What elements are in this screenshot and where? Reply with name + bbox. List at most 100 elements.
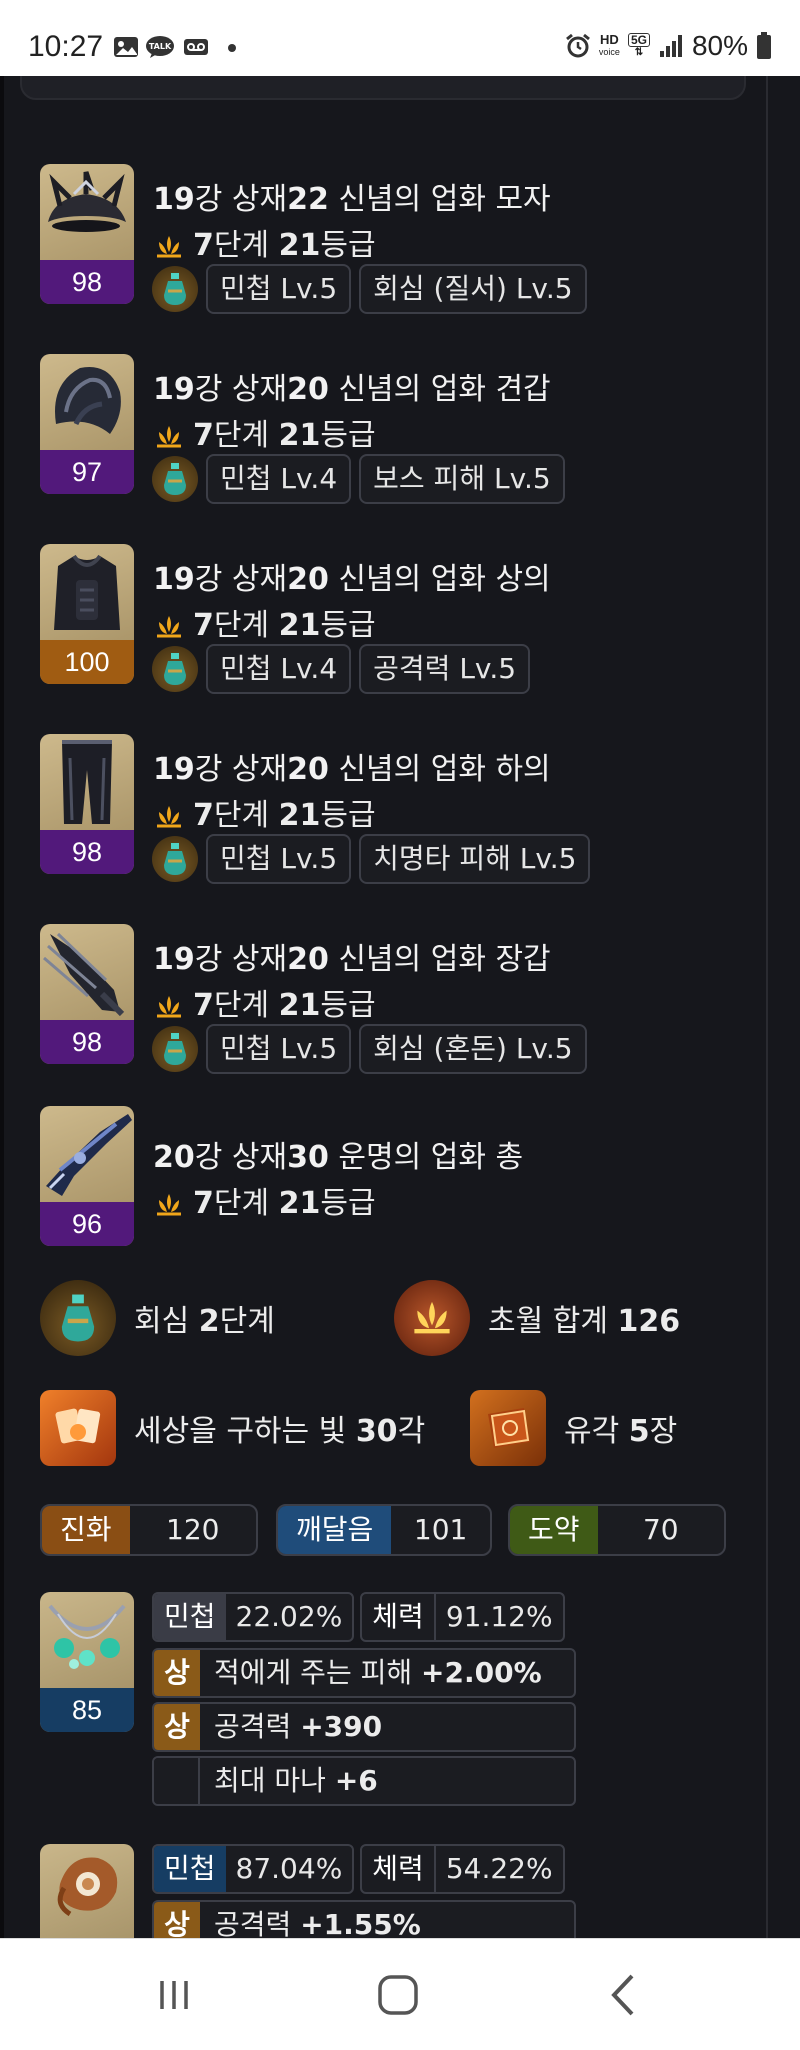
recent-apps-icon [160, 1981, 188, 2009]
effect-cell: 상 공격력 +390 [152, 1702, 576, 1752]
quality-badge: 85 [40, 1688, 134, 1732]
card-set-icon [40, 1390, 116, 1466]
elixir-icon [152, 836, 198, 882]
item-name: 19강 상재20 신념의 업화 상의 [153, 562, 551, 597]
equipment-item-helmet[interactable]: 98 19강 상재22 신념의 업화 모자 7단계 21등급 민첩 Lv.5 회… [40, 164, 760, 314]
svg-text:TALK: TALK [149, 42, 172, 51]
status-bar: 10:27 TALK HD voice 5G ⇅ 80% [0, 0, 800, 76]
elixir-icon [152, 646, 198, 692]
accessory-item-earring[interactable]: 민첩 87.04% 체력 54.22% 상 공격력 +1.55% [40, 1844, 760, 1938]
elixir-icon [152, 266, 198, 312]
equipment-item-pants[interactable]: 98 19강 상재20 신념의 업화 하의 7단계 21등급 민첩 Lv.5 치… [40, 734, 760, 884]
status-right: HD voice 5G ⇅ 80% [565, 30, 772, 62]
item-name: 19강 상재20 신념의 업화 하의 [153, 752, 551, 787]
effect-cell: 최대 마나 +6 [152, 1756, 576, 1806]
relic-book-icon [470, 1390, 546, 1466]
elixir-row: 민첩 Lv.4 보스 피해 Lv.5 [152, 454, 565, 504]
elixir-total: 회심 2단계 [40, 1280, 275, 1356]
transcend-flame-icon [157, 235, 181, 257]
equipment-item-chest[interactable]: 100 19강 상재20 신념의 업화 상의 7단계 21등급 민첩 Lv.4 … [40, 544, 760, 694]
hd-voice-badge: HD voice [598, 32, 620, 57]
equipment-item-shoulder[interactable]: 97 19강 상재20 신념의 업화 견갑 7단계 21등급 민첩 Lv.4 보… [40, 354, 760, 504]
transcend-flame-icon [157, 1193, 181, 1215]
home-icon [378, 1975, 418, 2015]
quality-badge: 96 [40, 1202, 134, 1246]
effect-line: 상 공격력 +390 [152, 1702, 576, 1752]
elixir-chip: 민첩 Lv.4 [206, 454, 352, 504]
transcend-info: 7단계 21등급 [153, 790, 376, 834]
talk-icon: TALK [146, 36, 174, 58]
alarm-icon [565, 33, 590, 58]
equipment-item-weapon[interactable]: 96 20강 상재30 운명의 업화 총 7단계 21등급 [40, 1106, 760, 1256]
effect-line: 최대 마나 +6 [152, 1756, 576, 1806]
quality-badge: 98 [40, 1020, 134, 1064]
elixir-chip: 민첩 Lv.5 [206, 264, 352, 314]
grade-badge: 상 [154, 1704, 200, 1750]
transcend-flame-icon [394, 1280, 470, 1356]
stat-cell: 민첩 22.02% [152, 1592, 355, 1642]
battery-icon [757, 32, 771, 59]
gloves-icon: 98 [40, 924, 134, 1064]
elixir-chip: 민첩 Lv.4 [206, 644, 352, 694]
transcend-info: 7단계 21등급 [153, 1178, 376, 1222]
shoulder-icon: 97 [40, 354, 134, 494]
elixir-row: 민첩 Lv.4 공격력 Lv.5 [152, 644, 531, 694]
transcend-info: 7단계 21등급 [153, 220, 376, 264]
elixir-icon [152, 1026, 198, 1072]
quality-badge: 100 [40, 640, 134, 684]
scroll-content[interactable]: 98 19강 상재22 신념의 업화 모자 7단계 21등급 민첩 Lv.5 회… [0, 76, 800, 1938]
stat-cell: 체력 91.12% [360, 1592, 565, 1642]
pill-label: 진화 [42, 1506, 130, 1554]
elixir-chip: 공격력 Lv.5 [359, 644, 531, 694]
stat-cell: 체력 54.22% [360, 1844, 565, 1894]
pill-value: 120 [166, 1513, 220, 1546]
back-icon [611, 1974, 634, 2016]
item-name: 19강 상재20 신념의 업화 장갑 [153, 942, 551, 977]
ark-passive-enlightenment: 깨달음 101 [276, 1504, 492, 1556]
helmet-icon: 98 [40, 164, 134, 304]
relic-book-total: 유각 5장 [470, 1390, 677, 1466]
effect-cell: 상 적에게 주는 피해 +2.00% [152, 1648, 576, 1698]
pill-label: 깨달음 [278, 1506, 392, 1554]
base-stats-row: 민첩 22.02% 체력 91.12% [152, 1592, 565, 1642]
pants-icon: 98 [40, 734, 134, 874]
ark-passive-leap: 도약 70 [508, 1504, 726, 1556]
dot-icon [228, 44, 236, 52]
elixir-chip: 보스 피해 Lv.5 [359, 454, 565, 504]
effect-line: 상 적에게 주는 피해 +2.00% [152, 1648, 576, 1698]
elixir-icon [152, 456, 198, 502]
transcend-info: 7단계 21등급 [153, 600, 376, 644]
transcend-flame-icon [157, 805, 181, 827]
item-name: 19강 상재20 신념의 업화 견갑 [153, 372, 551, 407]
elixir-icon [40, 1280, 116, 1356]
elixir-chip: 민첩 Lv.5 [206, 1024, 352, 1074]
gallery-icon [114, 37, 138, 57]
pill-value: 70 [642, 1513, 679, 1546]
grade-badge: 상 [154, 1902, 200, 1938]
stat-cell: 민첩 87.04% [152, 1844, 355, 1894]
elixir-row: 민첩 Lv.5 회심 (질서) Lv.5 [152, 264, 587, 314]
grade-badge-empty [154, 1758, 200, 1804]
quality-badge: 98 [40, 830, 134, 874]
pill-label: 도약 [510, 1506, 598, 1554]
accessory-item-necklace[interactable]: 85 민첩 22.02% 체력 91.12% 상 적에게 주는 피해 +2.00% 상… [40, 1592, 760, 1812]
pill-value: 101 [413, 1513, 468, 1546]
signal-icon [659, 35, 682, 57]
earring-icon [40, 1844, 134, 1938]
effect-cell: 상 공격력 +1.55% [152, 1900, 576, 1938]
elixir-chip: 치명타 피해 Lv.5 [359, 834, 591, 884]
transcend-flame-icon [157, 995, 181, 1017]
equipment-item-gloves[interactable]: 98 19강 상재20 신념의 업화 장갑 7단계 21등급 민첩 Lv.5 회… [40, 924, 760, 1074]
card-set-total: 세상을 구하는 빛 30각 [40, 1390, 425, 1466]
quality-badge: 97 [40, 450, 134, 494]
previous-card [20, 76, 746, 100]
frame-edge-right [766, 76, 768, 1938]
ark-passive-evolution: 진화 120 [40, 1504, 258, 1556]
elixir-row: 민첩 Lv.5 치명타 피해 Lv.5 [152, 834, 591, 884]
back-button[interactable] [594, 1967, 654, 2023]
item-name: 19강 상재22 신념의 업화 모자 [153, 182, 551, 217]
voicemail-icon [184, 39, 208, 55]
home-button[interactable] [368, 1967, 428, 2023]
base-stats-row: 민첩 87.04% 체력 54.22% [152, 1844, 565, 1894]
recent-apps-button[interactable] [144, 1967, 204, 2023]
